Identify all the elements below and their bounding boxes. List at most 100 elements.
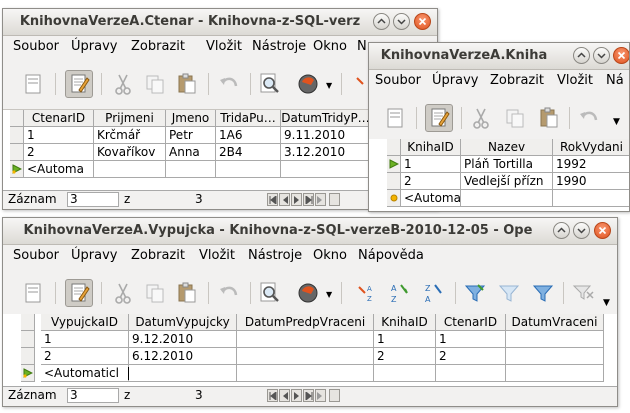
table-cell[interactable]: 1 xyxy=(41,331,129,348)
next-record-button[interactable] xyxy=(291,193,302,206)
row-handle[interactable] xyxy=(21,348,35,365)
apply-filter-button[interactable] xyxy=(495,279,523,307)
table-cell[interactable] xyxy=(94,161,166,178)
last-record-button[interactable] xyxy=(303,389,314,402)
table-cell[interactable] xyxy=(216,161,281,178)
column-header[interactable]: DatumPredpVraceni xyxy=(237,314,374,331)
table-cell[interactable]: Petr xyxy=(166,127,216,144)
autofilter-button[interactable] xyxy=(461,279,489,307)
save-button[interactable] xyxy=(19,70,47,98)
maximize-button[interactable] xyxy=(593,47,610,64)
menu-napoveda[interactable]: Nápověda xyxy=(358,245,424,267)
undo-button[interactable] xyxy=(215,279,243,307)
edit-mode-button[interactable] xyxy=(65,70,93,98)
menu-soubor[interactable]: Soubor xyxy=(375,70,421,92)
menu-vlozit[interactable]: Vložit xyxy=(557,70,593,92)
table-cell[interactable]: 1A6 xyxy=(216,127,281,144)
menu-napoveda[interactable]: N xyxy=(357,36,367,58)
previous-record-button[interactable] xyxy=(279,193,290,206)
edit-mode-button[interactable] xyxy=(425,104,453,132)
row-handle-current[interactable] xyxy=(387,156,401,173)
paste-button[interactable] xyxy=(535,104,563,132)
row-handle[interactable] xyxy=(21,331,35,348)
paste-button[interactable] xyxy=(173,70,201,98)
menu-soubor[interactable]: Soubor xyxy=(13,245,59,267)
table-cell[interactable]: Vedlejší přízn xyxy=(461,173,553,190)
column-header[interactable]: CtenarID xyxy=(436,314,506,331)
column-header[interactable]: VypujckaID xyxy=(41,314,129,331)
toolbar-overflow-icon[interactable]: ▼ xyxy=(613,117,620,127)
table-cell[interactable]: Anna xyxy=(166,144,216,161)
cut-button[interactable] xyxy=(109,70,137,98)
table-cell[interactable] xyxy=(436,365,506,382)
ctenar-titlebar[interactable]: KnihovnaVerzeA.Ctenar - Knihovna-z-SQL-v… xyxy=(3,9,437,36)
row-handle[interactable] xyxy=(10,127,24,144)
new-record-button[interactable] xyxy=(315,389,326,402)
find-record-button[interactable] xyxy=(256,70,284,98)
first-record-button[interactable] xyxy=(267,193,278,206)
table-cell[interactable] xyxy=(553,190,629,207)
navigator-extra-button[interactable] xyxy=(329,193,340,206)
table-cell[interactable] xyxy=(281,161,371,178)
table-cell[interactable] xyxy=(374,365,436,382)
column-header[interactable]: RokVydani xyxy=(553,139,629,156)
menu-upravy[interactable]: Úpravy xyxy=(432,70,478,92)
close-button[interactable] xyxy=(613,47,629,64)
table-cell[interactable] xyxy=(166,161,216,178)
maximize-button[interactable] xyxy=(573,222,590,239)
minimize-button[interactable] xyxy=(553,222,570,239)
column-header[interactable]: DatumVypujcky xyxy=(129,314,237,331)
close-button[interactable] xyxy=(594,222,611,239)
table-cell[interactable]: 9.11.2010 xyxy=(281,127,371,144)
maximize-button[interactable] xyxy=(393,13,410,30)
row-handle-new[interactable] xyxy=(10,161,24,178)
new-row-cell[interactable]: <Automa xyxy=(24,161,94,178)
next-record-button[interactable] xyxy=(291,389,302,402)
navigator-button[interactable] xyxy=(294,70,322,98)
dropdown-arrow-icon[interactable]: ▼ xyxy=(326,290,332,299)
dropdown-arrow-icon[interactable]: ▼ xyxy=(326,81,332,90)
column-header[interactable]: Jmeno xyxy=(166,110,216,127)
table-cell[interactable] xyxy=(129,365,237,382)
record-number-input[interactable]: 3 xyxy=(67,192,119,207)
table-cell[interactable] xyxy=(237,331,374,348)
toolbar-overflow-icon[interactable]: ▼ xyxy=(603,298,610,308)
first-record-button[interactable] xyxy=(267,389,278,402)
new-record-button[interactable] xyxy=(315,193,326,206)
table-cell[interactable]: 1 xyxy=(24,127,94,144)
row-handle-new[interactable] xyxy=(21,365,35,382)
close-button[interactable] xyxy=(414,13,431,30)
row-handle[interactable] xyxy=(387,173,401,190)
menu-okno[interactable]: Okno xyxy=(313,245,347,267)
table-cell[interactable] xyxy=(237,365,374,382)
minimize-button[interactable] xyxy=(573,47,590,64)
cut-button[interactable] xyxy=(109,279,137,307)
menu-vlozit[interactable]: Vložit xyxy=(199,245,235,267)
column-header[interactable]: CtenarID xyxy=(24,110,94,127)
table-cell[interactable]: 6.12.2010 xyxy=(129,348,237,365)
table-cell[interactable]: 1 xyxy=(401,156,461,173)
new-row-cell[interactable]: <Automa xyxy=(401,190,461,207)
table-cell[interactable]: 1 xyxy=(374,331,436,348)
last-record-button[interactable] xyxy=(303,193,314,206)
table-cell[interactable] xyxy=(506,331,604,348)
table-cell[interactable] xyxy=(506,348,604,365)
minimize-button[interactable] xyxy=(373,13,390,30)
column-header[interactable]: Nazev xyxy=(461,139,553,156)
menu-nastroje[interactable]: Ná xyxy=(606,70,624,92)
column-header[interactable]: Prijmeni xyxy=(94,110,166,127)
table-cell[interactable]: 1 xyxy=(436,331,506,348)
table-cell[interactable]: Pláň Tortilla xyxy=(461,156,553,173)
undo-button[interactable] xyxy=(215,70,243,98)
table-cell[interactable]: 2 xyxy=(401,173,461,190)
table-cell[interactable]: 2 xyxy=(24,144,94,161)
menu-nastroje[interactable]: Nástroje xyxy=(252,36,306,58)
menu-soubor[interactable]: Soubor xyxy=(13,36,59,58)
menu-zobrazit[interactable]: Zobrazit xyxy=(490,70,544,92)
table-cell[interactable]: Kovaříkov xyxy=(94,144,166,161)
save-button[interactable] xyxy=(19,279,47,307)
table-cell[interactable] xyxy=(506,365,604,382)
sort-descending-button[interactable]: ZA xyxy=(421,279,449,307)
navigator-button[interactable] xyxy=(294,279,322,307)
copy-button[interactable] xyxy=(141,70,169,98)
